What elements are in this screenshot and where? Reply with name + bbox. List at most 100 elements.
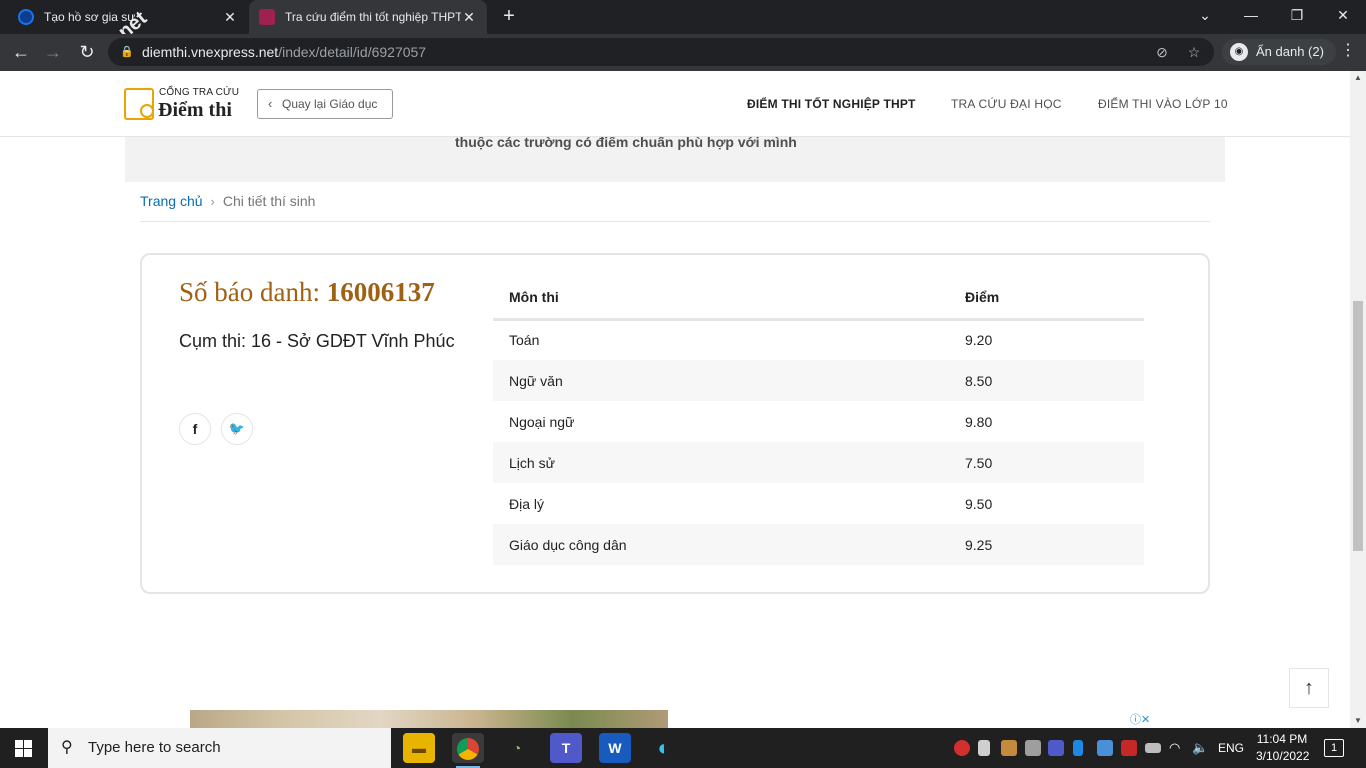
breadcrumb-home-link[interactable]: Trang chủ bbox=[140, 193, 203, 209]
teams-icon[interactable]: T bbox=[550, 733, 582, 763]
chrome-icon[interactable] bbox=[452, 733, 484, 768]
table-row: Lịch sử 7.50 bbox=[493, 442, 1144, 483]
profile-label: Ẩn danh (2) bbox=[1256, 44, 1324, 59]
back-to-education-button[interactable]: ‹ Quay lại Giáo dục bbox=[257, 89, 393, 119]
menu-kebab-icon[interactable]: ⋮ bbox=[1338, 40, 1358, 60]
security-alert-icon[interactable] bbox=[954, 740, 970, 756]
page-viewport: CỔNG TRA CỨU Điểm thi ‹ Quay lại Giáo dụ… bbox=[0, 71, 1350, 728]
divider bbox=[140, 221, 1210, 222]
tab-favicon-icon bbox=[259, 9, 275, 25]
score-table: Môn thi Điểm Toán 9.20 Ngữ văn 8.50 Ngoại … bbox=[493, 277, 1144, 565]
exam-cluster: Cụm thi: 16 - Sở GDĐT Vĩnh Phúc bbox=[179, 331, 455, 351]
score-cell: 9.80 bbox=[965, 413, 993, 430]
promo-banner: thuộc các trường có điểm chuẩn phù hợp v… bbox=[125, 134, 1225, 182]
antivirus-icon[interactable] bbox=[1121, 740, 1137, 756]
taskbar-clock[interactable]: 11:04 PM 3/10/2022 bbox=[1256, 731, 1310, 765]
nav-tra-cuu-dai-hoc[interactable]: TRA CỨU ĐẠI HỌC bbox=[951, 97, 1062, 111]
subject-cell: Địa lý bbox=[509, 495, 545, 512]
scroll-up-icon[interactable]: ▲ bbox=[1350, 71, 1366, 85]
network-share-icon[interactable] bbox=[1097, 740, 1113, 756]
ad-info-close-icon[interactable]: ⓘ✕ bbox=[1130, 711, 1160, 726]
reload-icon[interactable]: ↻ bbox=[76, 41, 98, 63]
nav-diem-thi-tot-nghiep[interactable]: ĐIỂM THI TỐT NGHIỆP THPT bbox=[747, 97, 916, 111]
address-bar[interactable]: 🔒 diemthi.vnexpress.net/index/detail/id/… bbox=[108, 38, 1214, 66]
back-arrow-icon[interactable]: ← bbox=[10, 41, 32, 63]
url-host: diemthi.vnexpress.net bbox=[142, 44, 279, 60]
subject-cell: Ngoại ngữ bbox=[509, 413, 575, 430]
twitter-share-icon[interactable]: 🐦 bbox=[221, 413, 253, 445]
incognito-profile-button[interactable]: ◉ Ẩn danh (2) bbox=[1222, 39, 1336, 65]
wifi-icon[interactable]: ◠ bbox=[1169, 740, 1185, 756]
breadcrumb-chevron-icon: › bbox=[210, 194, 215, 209]
facebook-share-icon[interactable]: f bbox=[179, 413, 211, 445]
browser-tab-strip: Tạo hồ sơ gia sư ✕ Tra cứu điểm thi tốt … bbox=[0, 0, 1366, 34]
tracking-blocked-icon[interactable]: ⊘ bbox=[1150, 38, 1174, 66]
site-logo[interactable]: CỔNG TRA CỨU Điểm thi bbox=[124, 86, 254, 122]
score-cell: 9.50 bbox=[965, 495, 993, 512]
bluetooth-icon[interactable] bbox=[1073, 740, 1083, 756]
subject-cell: Lịch sử bbox=[493, 442, 949, 483]
sbd-value: 16006137 bbox=[326, 277, 435, 307]
windows-taskbar: ⚲ Type here to search ▬ ◔ T W ◐ ◠ 🔈 ENG … bbox=[0, 728, 1366, 768]
subject-cell: Giáo dục công dân bbox=[493, 524, 949, 565]
search-icon: ⚲ bbox=[61, 739, 73, 756]
restore-button[interactable]: ❐ bbox=[1274, 0, 1320, 34]
table-row: Địa lý 9.50 bbox=[493, 483, 1144, 524]
usb-icon[interactable] bbox=[978, 740, 990, 756]
breadcrumb-current: Chi tiết thí sinh bbox=[222, 193, 316, 209]
app-tray-icon[interactable] bbox=[1001, 740, 1017, 756]
promo-text: thuộc các trường có điểm chuẩn phù hợp v… bbox=[455, 134, 797, 150]
logo-icon bbox=[124, 88, 154, 120]
taskbar-search-box[interactable]: ⚲ Type here to search bbox=[48, 728, 391, 768]
score-cell: 8.50 bbox=[949, 360, 1144, 401]
clock-date: 3/10/2022 bbox=[1256, 749, 1310, 763]
edge-icon[interactable]: ◐ bbox=[648, 733, 680, 763]
close-window-button[interactable]: ✕ bbox=[1320, 0, 1366, 34]
bookmark-star-icon[interactable]: ☆ bbox=[1182, 38, 1206, 66]
volume-icon[interactable]: 🔈 bbox=[1192, 740, 1208, 756]
breadcrumb: Trang chủ › Chi tiết thí sinh bbox=[140, 193, 315, 209]
logo-subtitle: CỔNG TRA CỨU bbox=[159, 87, 240, 98]
file-explorer-icon[interactable]: ▬ bbox=[403, 733, 435, 763]
word-icon[interactable]: W bbox=[599, 733, 631, 763]
tab-close-icon[interactable]: ✕ bbox=[461, 9, 477, 26]
page-scrollbar[interactable]: ▲ ▼ bbox=[1350, 71, 1366, 728]
scroll-down-icon[interactable]: ▼ bbox=[1350, 714, 1366, 728]
language-indicator[interactable]: ENG bbox=[1218, 728, 1244, 768]
notification-center-icon[interactable]: 1 bbox=[1324, 739, 1344, 757]
score-cell: 7.50 bbox=[949, 442, 1144, 483]
teams-tray-icon[interactable] bbox=[1048, 740, 1064, 756]
scroll-to-top-button[interactable]: ↑ bbox=[1289, 668, 1329, 708]
score-cell: 9.25 bbox=[949, 524, 1144, 565]
search-placeholder: Type here to search bbox=[88, 739, 221, 756]
result-card: Số báo danh: 16006137 Cụm thi: 16 - Sở G… bbox=[140, 253, 1210, 594]
tab-title: Tra cứu điểm thi tốt nghiệp THPT bbox=[285, 10, 461, 24]
scrollbar-thumb[interactable] bbox=[1353, 301, 1363, 551]
tab-search-icon[interactable]: ⌄ bbox=[1182, 0, 1228, 34]
header-subject: Môn thi bbox=[493, 277, 949, 321]
header-score: Điểm bbox=[949, 277, 1144, 321]
sbd-label: Số báo danh: bbox=[179, 277, 327, 307]
new-tab-button[interactable]: + bbox=[498, 6, 520, 28]
logo-title: Điểm thi bbox=[158, 99, 232, 121]
score-cell: 9.20 bbox=[965, 332, 993, 349]
display-icon[interactable] bbox=[1025, 740, 1041, 756]
coccoc-icon[interactable]: ◔ bbox=[501, 733, 533, 763]
table-row: Toán 9.20 bbox=[493, 319, 1144, 360]
url-path: /index/detail/id/6927057 bbox=[278, 44, 427, 60]
incognito-icon: ◉ bbox=[1230, 43, 1248, 61]
lock-icon: 🔒 bbox=[120, 46, 134, 58]
forward-arrow-icon[interactable]: → bbox=[42, 41, 64, 63]
tab-tra-cuu-diem-thi[interactable]: Tra cứu điểm thi tốt nghiệp THPT ✕ bbox=[249, 0, 487, 34]
minimize-button[interactable]: — bbox=[1228, 0, 1274, 34]
table-row: Ngoại ngữ 9.80 bbox=[493, 401, 1144, 442]
chevron-left-icon: ‹ bbox=[268, 96, 273, 111]
nav-diem-thi-vao-lop-10[interactable]: ĐIỂM THI VÀO LỚP 10 bbox=[1098, 97, 1228, 111]
back-button-label: Quay lại Giáo dục bbox=[282, 97, 378, 111]
subject-cell: Toán bbox=[509, 332, 540, 349]
table-row: Giáo dục công dân 9.25 bbox=[493, 524, 1144, 565]
battery-icon[interactable] bbox=[1145, 743, 1161, 753]
windows-start-icon[interactable] bbox=[15, 740, 32, 757]
advertisement-banner[interactable] bbox=[190, 710, 668, 728]
tab-close-icon[interactable]: ✕ bbox=[222, 9, 238, 26]
